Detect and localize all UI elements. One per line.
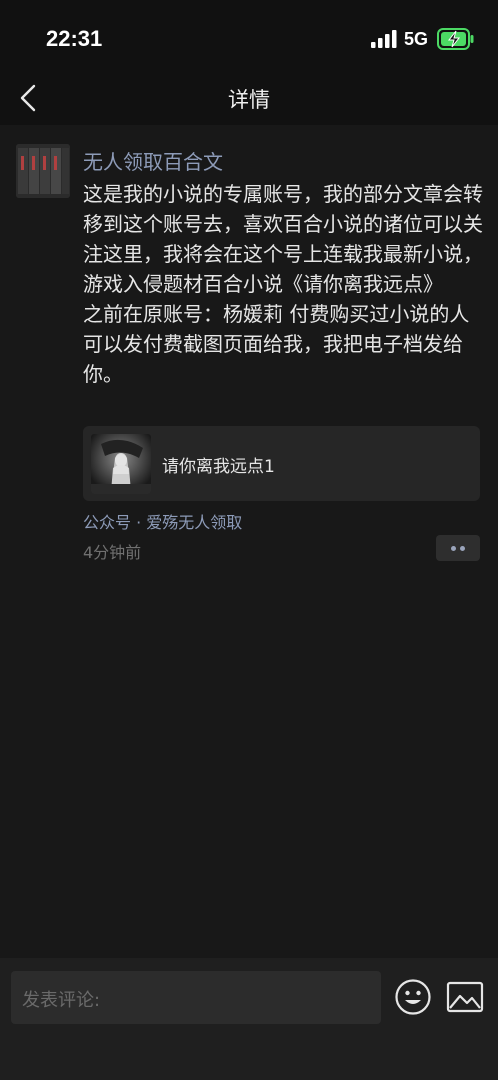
article-card[interactable]: 请你离我远点1 [83, 426, 480, 501]
page-title: 详情 [228, 88, 270, 112]
header: 22:31 5G 详情 [0, 0, 498, 125]
more-button[interactable] [436, 535, 480, 561]
battery-charging-icon [437, 28, 474, 50]
avatar-image [16, 144, 70, 198]
nav-bar: 详情 [0, 75, 498, 125]
more-dots-icon [460, 546, 465, 551]
comment-input[interactable]: 发表评论: [11, 971, 381, 1024]
timestamp: 4分钟前 [83, 543, 142, 562]
signal-bars-icon [371, 30, 397, 48]
comment-bar: 发表评论: [0, 958, 498, 1080]
more-dots-icon [451, 546, 456, 551]
network-label: 5G [404, 29, 429, 49]
post-text: 这是我的小说的专属账号，我的部分文章会转移到这个账号去，喜欢百合小说的诸位可以关… [83, 182, 483, 386]
status-bar: 22:31 5G [0, 0, 498, 75]
status-time: 22:31 [46, 26, 103, 51]
avatar[interactable] [16, 144, 70, 198]
smiley-icon[interactable] [394, 978, 432, 1016]
article-thumbnail [91, 434, 151, 494]
image-icon[interactable] [446, 980, 484, 1014]
article-title: 请你离我远点1 [162, 457, 275, 477]
source-link[interactable]: 公众号 · 爱殇无人领取 [83, 509, 242, 533]
author-name[interactable]: 无人领取百合文 [83, 146, 223, 175]
